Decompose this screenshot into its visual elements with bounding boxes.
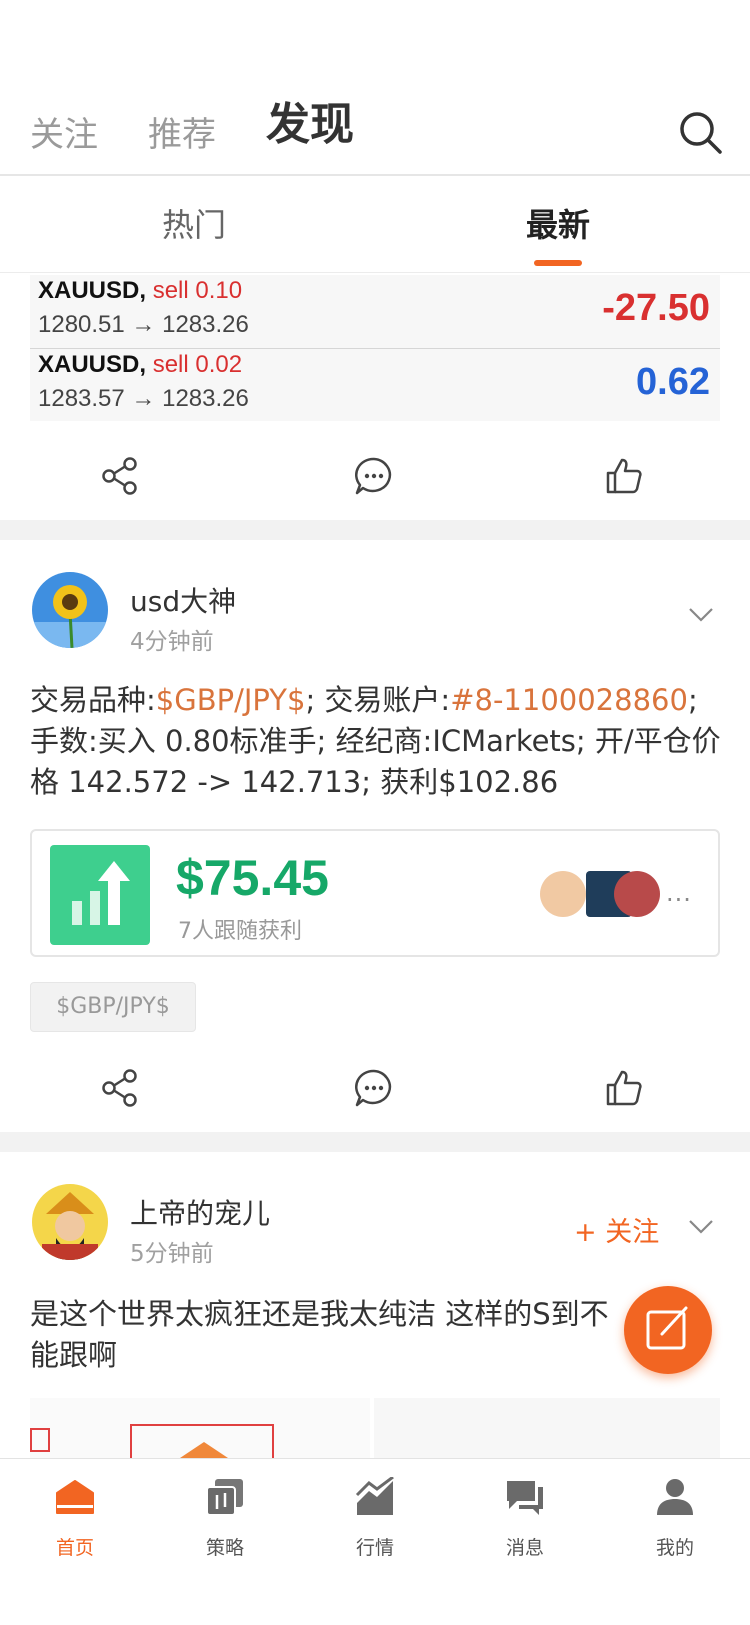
section-divider bbox=[0, 1132, 750, 1152]
post-action-bar bbox=[0, 1048, 750, 1134]
symbol-tag[interactable]: $GBP/JPY$ bbox=[30, 982, 196, 1032]
compose-button[interactable] bbox=[624, 1286, 712, 1374]
trade-side: sell 0.02 bbox=[152, 351, 243, 378]
trade-price: 1283.57 → 1283.26 bbox=[38, 385, 249, 412]
trade-pnl: -27.50 bbox=[602, 287, 710, 329]
trade-symbol: XAUUSD, sell 0.10 bbox=[38, 277, 243, 304]
username[interactable]: 上帝的宠儿 bbox=[130, 1192, 270, 1232]
follow-count: 7人跟随获利 bbox=[178, 919, 302, 944]
home-icon bbox=[56, 1480, 94, 1514]
share-icon[interactable] bbox=[100, 456, 140, 496]
post-content: 是这个世界太疯狂还是我太纯洁 这样的S到不能跟啊 bbox=[30, 1297, 609, 1372]
share-icon[interactable] bbox=[100, 1068, 140, 1108]
nav-label: 首页 bbox=[55, 1537, 94, 1559]
trade-row: XAUUSD, sell 0.02 1283.57 → 1283.26 0.62 bbox=[30, 348, 720, 421]
username[interactable]: usd大神 bbox=[130, 580, 236, 620]
comment-icon[interactable] bbox=[354, 1068, 394, 1108]
nav-label: 消息 bbox=[505, 1537, 544, 1559]
active-tab-indicator bbox=[534, 260, 582, 266]
nav-label: 策略 bbox=[205, 1537, 244, 1559]
strategy-icon bbox=[206, 1479, 243, 1516]
nav-label: 行情 bbox=[355, 1537, 394, 1559]
nav-label: 我的 bbox=[655, 1537, 694, 1559]
tab-recommended[interactable]: 推荐 bbox=[148, 107, 216, 156]
follower-avatar bbox=[614, 871, 660, 917]
edit-icon bbox=[646, 1306, 688, 1350]
avatar[interactable] bbox=[32, 572, 108, 648]
profile-icon bbox=[657, 1479, 693, 1515]
nav-home[interactable]: 首页 bbox=[0, 1459, 150, 1579]
subtab-hot[interactable]: 热门 bbox=[162, 200, 226, 246]
tab-discover[interactable]: 发现 bbox=[266, 88, 354, 152]
profit-chart-icon bbox=[50, 845, 150, 945]
trade-records: XAUUSD, sell 0.10 1280.51 → 1283.26 -27.… bbox=[30, 275, 720, 421]
bottom-nav: 首页 策略 行情 消息 我的 bbox=[0, 1458, 750, 1625]
post-time: 5分钟前 bbox=[130, 1241, 214, 1267]
chevron-down-icon[interactable] bbox=[688, 1219, 714, 1235]
account-link[interactable]: #8-1100028860 bbox=[450, 683, 688, 717]
top-nav: 关注 推荐 发现 bbox=[0, 90, 750, 176]
trade-pnl: 0.62 bbox=[636, 361, 710, 403]
avatar[interactable] bbox=[32, 1184, 108, 1260]
section-divider bbox=[0, 520, 750, 540]
follower-avatar bbox=[540, 871, 586, 917]
post-action-bar bbox=[0, 436, 750, 522]
like-icon[interactable] bbox=[604, 456, 644, 496]
subtab-latest[interactable]: 最新 bbox=[526, 200, 590, 246]
post-content: 交易品种:$GBP/JPY$; 交易账户:#8-1100028860; 手数:买… bbox=[30, 683, 721, 799]
trade-price: 1280.51 → 1283.26 bbox=[38, 311, 249, 338]
post-image-preview[interactable] bbox=[30, 1398, 720, 1458]
status-bar bbox=[0, 0, 750, 90]
tab-following[interactable]: 关注 bbox=[30, 107, 98, 156]
nav-profile[interactable]: 我的 bbox=[600, 1459, 750, 1579]
follow-profit-card[interactable]: $75.45 7人跟随获利 ... bbox=[30, 829, 720, 957]
sub-tabs: 热门 最新 bbox=[0, 176, 750, 273]
nav-market[interactable]: 行情 bbox=[300, 1459, 450, 1579]
nav-messages[interactable]: 消息 bbox=[450, 1459, 600, 1579]
chart-icon bbox=[355, 1477, 394, 1515]
trade-symbol: XAUUSD, sell 0.02 bbox=[38, 351, 243, 378]
message-icon bbox=[507, 1481, 543, 1515]
follow-profit-amount: $75.45 bbox=[176, 850, 329, 906]
trade-row: XAUUSD, sell 0.10 1280.51 → 1283.26 -27.… bbox=[30, 275, 720, 348]
comment-icon[interactable] bbox=[354, 456, 394, 496]
search-icon[interactable] bbox=[676, 108, 724, 156]
nav-strategy[interactable]: 策略 bbox=[150, 1459, 300, 1579]
chevron-down-icon[interactable] bbox=[688, 607, 714, 623]
post-time: 4分钟前 bbox=[130, 629, 214, 655]
like-icon[interactable] bbox=[604, 1068, 644, 1108]
trade-side: sell 0.10 bbox=[152, 277, 243, 304]
follow-button[interactable]: + 关注 bbox=[574, 1210, 659, 1249]
symbol-link[interactable]: $GBP/JPY$ bbox=[156, 683, 306, 717]
more-followers: ... bbox=[666, 879, 692, 907]
